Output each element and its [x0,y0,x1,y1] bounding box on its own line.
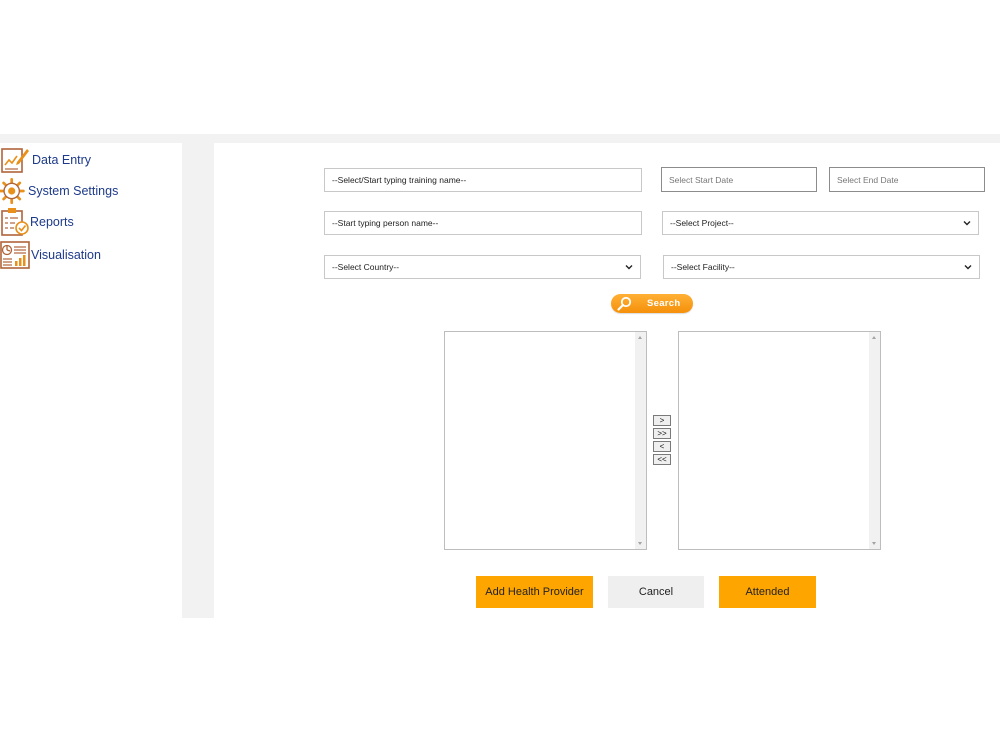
dashboard-chart-icon [0,241,30,269]
data-entry-icon [1,148,29,173]
country-select[interactable]: --Select Country-- [324,255,641,279]
country-select-value: --Select Country-- [332,262,400,272]
chevron-down-icon [964,265,972,270]
move-all-right-button[interactable]: >> [653,428,671,439]
cancel-button[interactable]: Cancel [608,576,704,608]
start-date-input[interactable]: Select Start Date [661,167,817,192]
attended-button[interactable]: Attended [719,576,816,608]
scrollbar[interactable] [869,332,880,549]
search-button-label: Search [647,298,681,309]
person-name-input[interactable]: --Start typing person name-- [324,211,642,235]
scroll-down-icon[interactable] [872,542,876,545]
scroll-down-icon[interactable] [638,542,642,545]
sidebar-item-label: Reports [30,215,74,229]
scroll-up-icon[interactable] [872,336,876,339]
search-button[interactable]: Search [611,294,693,313]
gear-icon [0,177,25,205]
person-name-placeholder: --Start typing person name-- [332,218,439,228]
end-date-input[interactable]: Select End Date [829,167,985,192]
project-select[interactable]: --Select Project-- [662,211,979,235]
move-one-left-button[interactable]: < [653,441,671,452]
sidebar-item-system-settings[interactable]: System Settings [0,176,118,206]
sidebar-item-visualisation[interactable]: Visualisation [0,240,101,270]
facility-select-value: --Select Facility-- [671,262,735,272]
chevron-down-icon [963,221,971,226]
scrollbar[interactable] [635,332,646,549]
project-select-value: --Select Project-- [670,218,734,228]
training-name-placeholder: --Select/Start typing training name-- [332,175,467,185]
end-date-placeholder: Select End Date [837,174,899,185]
sidebar-item-label: System Settings [28,184,119,198]
available-list[interactable] [444,331,647,550]
move-one-right-button[interactable]: > [653,415,671,426]
chevron-down-icon [625,265,633,270]
scroll-up-icon[interactable] [638,336,642,339]
selected-list[interactable] [678,331,881,550]
sidebar-item-reports[interactable]: Reports [0,207,74,237]
sidebar-item-data-entry[interactable]: Data Entry [0,145,91,175]
report-clipboard-icon [1,208,29,236]
sidebar-item-label: Data Entry [32,153,92,167]
start-date-placeholder: Select Start Date [669,174,734,185]
facility-select[interactable]: --Select Facility-- [663,255,980,279]
add-health-provider-button[interactable]: Add Health Provider [476,576,593,608]
search-icon [617,296,632,311]
sidebar: Data Entry System Settings Reports Visua… [0,143,182,618]
move-all-left-button[interactable]: << [653,454,671,465]
sidebar-item-label: Visualisation [31,248,101,262]
training-name-input[interactable]: --Select/Start typing training name-- [324,168,642,192]
